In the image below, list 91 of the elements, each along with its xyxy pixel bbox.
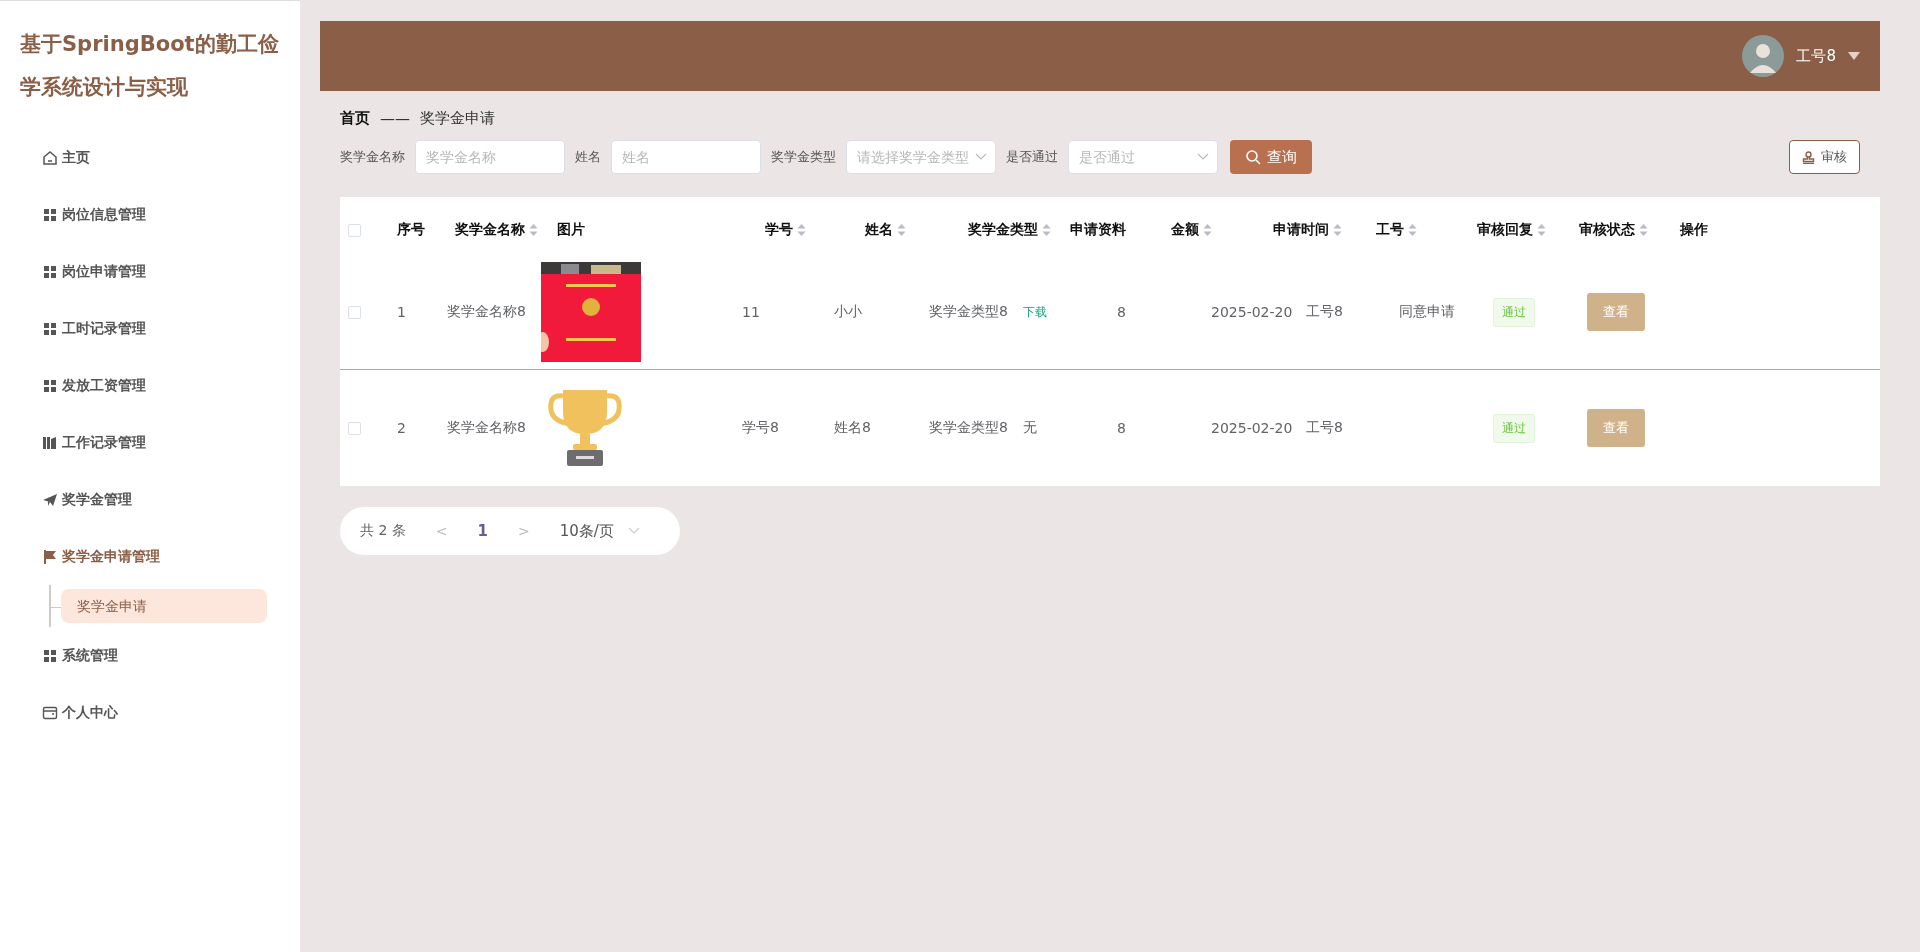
table-cell: 11: [742, 304, 760, 320]
table-cell: 小小: [834, 303, 862, 321]
avatar-icon: [1742, 35, 1785, 77]
sort-icon: [528, 223, 538, 237]
column-header: 操作: [1680, 221, 1710, 239]
home-icon: [42, 149, 58, 166]
column-header[interactable]: 姓名: [865, 221, 960, 239]
grid-icon: [42, 206, 58, 223]
flag-icon: [42, 548, 58, 565]
sort-icon: [1638, 223, 1648, 237]
table-cell: 工号8: [1306, 419, 1343, 437]
filter-label: 姓名: [575, 148, 601, 166]
menu-item[interactable]: 岗位信息管理: [42, 186, 300, 243]
table-cell: 奖学金名称8: [447, 303, 526, 321]
sort-icon: [797, 223, 807, 237]
column-header: 图片: [556, 221, 586, 239]
table-cell: 同意申请: [1399, 303, 1455, 321]
column-header[interactable]: 审核回复: [1476, 221, 1571, 239]
column-header: 序号: [396, 221, 426, 239]
checkbox[interactable]: [348, 223, 361, 237]
grid-icon: [42, 263, 58, 280]
checkbox[interactable]: [348, 305, 361, 319]
menu-item[interactable]: 个人中心: [42, 684, 300, 741]
table-cell: 2025-02-20: [1211, 420, 1293, 436]
table-cell: 奖学金类型8: [929, 303, 1008, 321]
breadcrumb-current: 奖学金申请: [420, 109, 495, 128]
column-header: 申请资料: [1069, 221, 1127, 239]
chevron-down-icon: [627, 527, 640, 535]
table-cell: 奖学金类型8: [929, 419, 1008, 437]
user-name[interactable]: 工号8: [1796, 46, 1836, 66]
column-header[interactable]: 申请时间: [1273, 221, 1368, 239]
menu-item[interactable]: 主页: [42, 129, 300, 186]
table-cell: 2025-02-20: [1211, 304, 1293, 320]
table-cell: 8: [1117, 420, 1126, 436]
grid-icon: [42, 377, 58, 394]
breadcrumb-link[interactable]: 首页: [340, 109, 370, 128]
breadcrumb-separator: ——: [380, 109, 410, 128]
status-tag: 通过: [1493, 413, 1535, 443]
caret-icon: [1848, 52, 1860, 60]
total-count: 共 2 条: [360, 522, 406, 540]
sort-icon: [1536, 223, 1546, 237]
stamp-icon: [1802, 150, 1815, 164]
column-header[interactable]: 金额: [1171, 221, 1266, 239]
table-cell: 1: [397, 304, 406, 320]
select-field[interactable]: 是否通过: [1068, 140, 1218, 174]
status-tag: 通过: [1493, 297, 1535, 327]
select-field[interactable]: 请选择奖学金类型: [846, 140, 996, 174]
column-header[interactable]: 审核状态: [1578, 221, 1673, 239]
checkbox[interactable]: [348, 421, 361, 435]
table-cell: 奖学金名称8: [447, 419, 526, 437]
books-icon: [42, 434, 58, 451]
grid-icon: [42, 647, 58, 664]
column-header[interactable]: 奖学金名称: [454, 221, 549, 239]
sort-icon: [1333, 223, 1343, 237]
submenu-item[interactable]: 奖学金申请: [61, 589, 267, 623]
table-cell: 学号8: [742, 419, 779, 437]
chevron-down-icon: [975, 153, 987, 161]
search-button[interactable]: 查询: [1230, 140, 1312, 174]
page-number[interactable]: 1: [477, 522, 488, 540]
page-size-select[interactable]: 10条/页: [559, 521, 640, 541]
menu-item[interactable]: 工作记录管理: [42, 414, 300, 471]
menu-item[interactable]: 工时记录管理: [42, 300, 300, 357]
chevron-down-icon: [1197, 153, 1209, 161]
input-field[interactable]: 姓名: [611, 140, 761, 174]
sort-icon: [1407, 223, 1417, 237]
filter-label: 奖学金名称: [340, 148, 405, 166]
review-button[interactable]: 审核: [1789, 140, 1860, 174]
paper-plane-icon: [42, 491, 58, 508]
card-icon: [42, 704, 58, 721]
column-header[interactable]: 奖学金类型: [967, 221, 1062, 239]
sort-icon: [1041, 223, 1051, 237]
table-cell: 无: [1023, 419, 1037, 437]
column-header[interactable]: 工号: [1375, 221, 1469, 239]
sort-icon: [897, 223, 906, 237]
search-icon: [1245, 149, 1261, 165]
app-title: 基于SpringBoot的勤工俭学系统设计与实现: [19, 31, 280, 101]
menu-item[interactable]: 奖学金申请管理: [42, 528, 300, 585]
table-cell: 姓名8: [834, 419, 871, 437]
sort-icon: [1203, 223, 1213, 237]
table-cell: 8: [1117, 304, 1126, 320]
menu-item[interactable]: 发放工资管理: [42, 357, 300, 414]
table-cell: 工号8: [1306, 303, 1343, 321]
input-field[interactable]: 奖学金名称: [415, 140, 565, 174]
menu-item[interactable]: 岗位申请管理: [42, 243, 300, 300]
filter-label: 是否通过: [1006, 148, 1058, 166]
grid-icon: [42, 320, 58, 337]
filter-label: 奖学金类型: [771, 148, 836, 166]
table-cell: 2: [397, 420, 406, 436]
column-header[interactable]: 学号: [765, 221, 857, 239]
menu-item[interactable]: 系统管理: [42, 627, 300, 684]
menu-item[interactable]: 奖学金管理: [42, 471, 300, 528]
